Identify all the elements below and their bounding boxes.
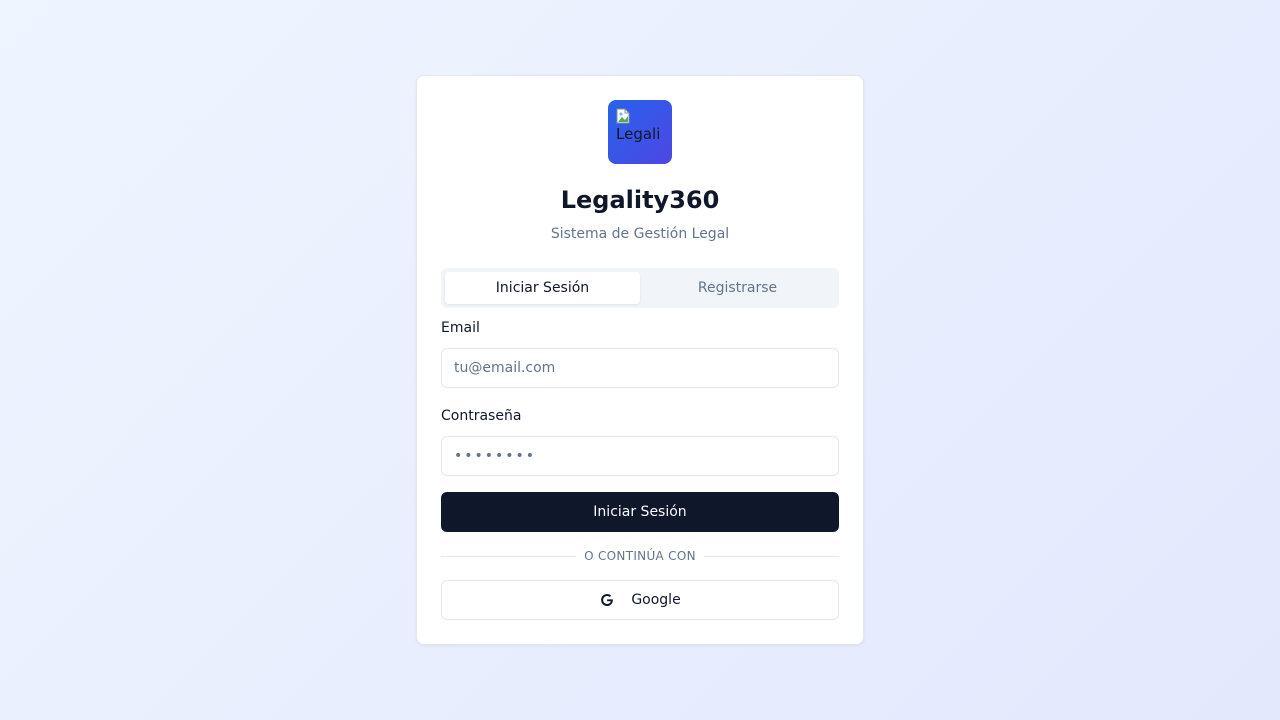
password-field[interactable] xyxy=(441,436,839,476)
divider-line-right xyxy=(703,555,839,557)
email-label: Email xyxy=(441,320,480,336)
divider-text: O continúa con xyxy=(584,549,696,563)
divider-line-left xyxy=(441,555,577,557)
auth-tabs: Iniciar Sesión Registrarse xyxy=(441,268,839,308)
login-card: Legali Legality360 Sistema de Gestión Le… xyxy=(416,75,864,645)
google-button-label: Google xyxy=(631,592,681,608)
app-subtitle: Sistema de Gestión Legal xyxy=(550,226,730,242)
google-icon xyxy=(601,594,614,606)
app-title: Legality360 xyxy=(560,186,720,214)
broken-image-icon xyxy=(616,108,630,124)
app-logo: Legali xyxy=(608,100,672,164)
google-login-button[interactable]: Google xyxy=(441,580,839,620)
logo-alt-text: Legali xyxy=(616,125,661,143)
password-label: Contraseña xyxy=(441,408,522,424)
tab-login[interactable]: Iniciar Sesión xyxy=(445,272,640,304)
divider: O continúa con xyxy=(441,548,839,564)
tab-register[interactable]: Registrarse xyxy=(640,272,835,304)
login-button[interactable]: Iniciar Sesión xyxy=(441,492,839,532)
email-field[interactable] xyxy=(441,348,839,388)
